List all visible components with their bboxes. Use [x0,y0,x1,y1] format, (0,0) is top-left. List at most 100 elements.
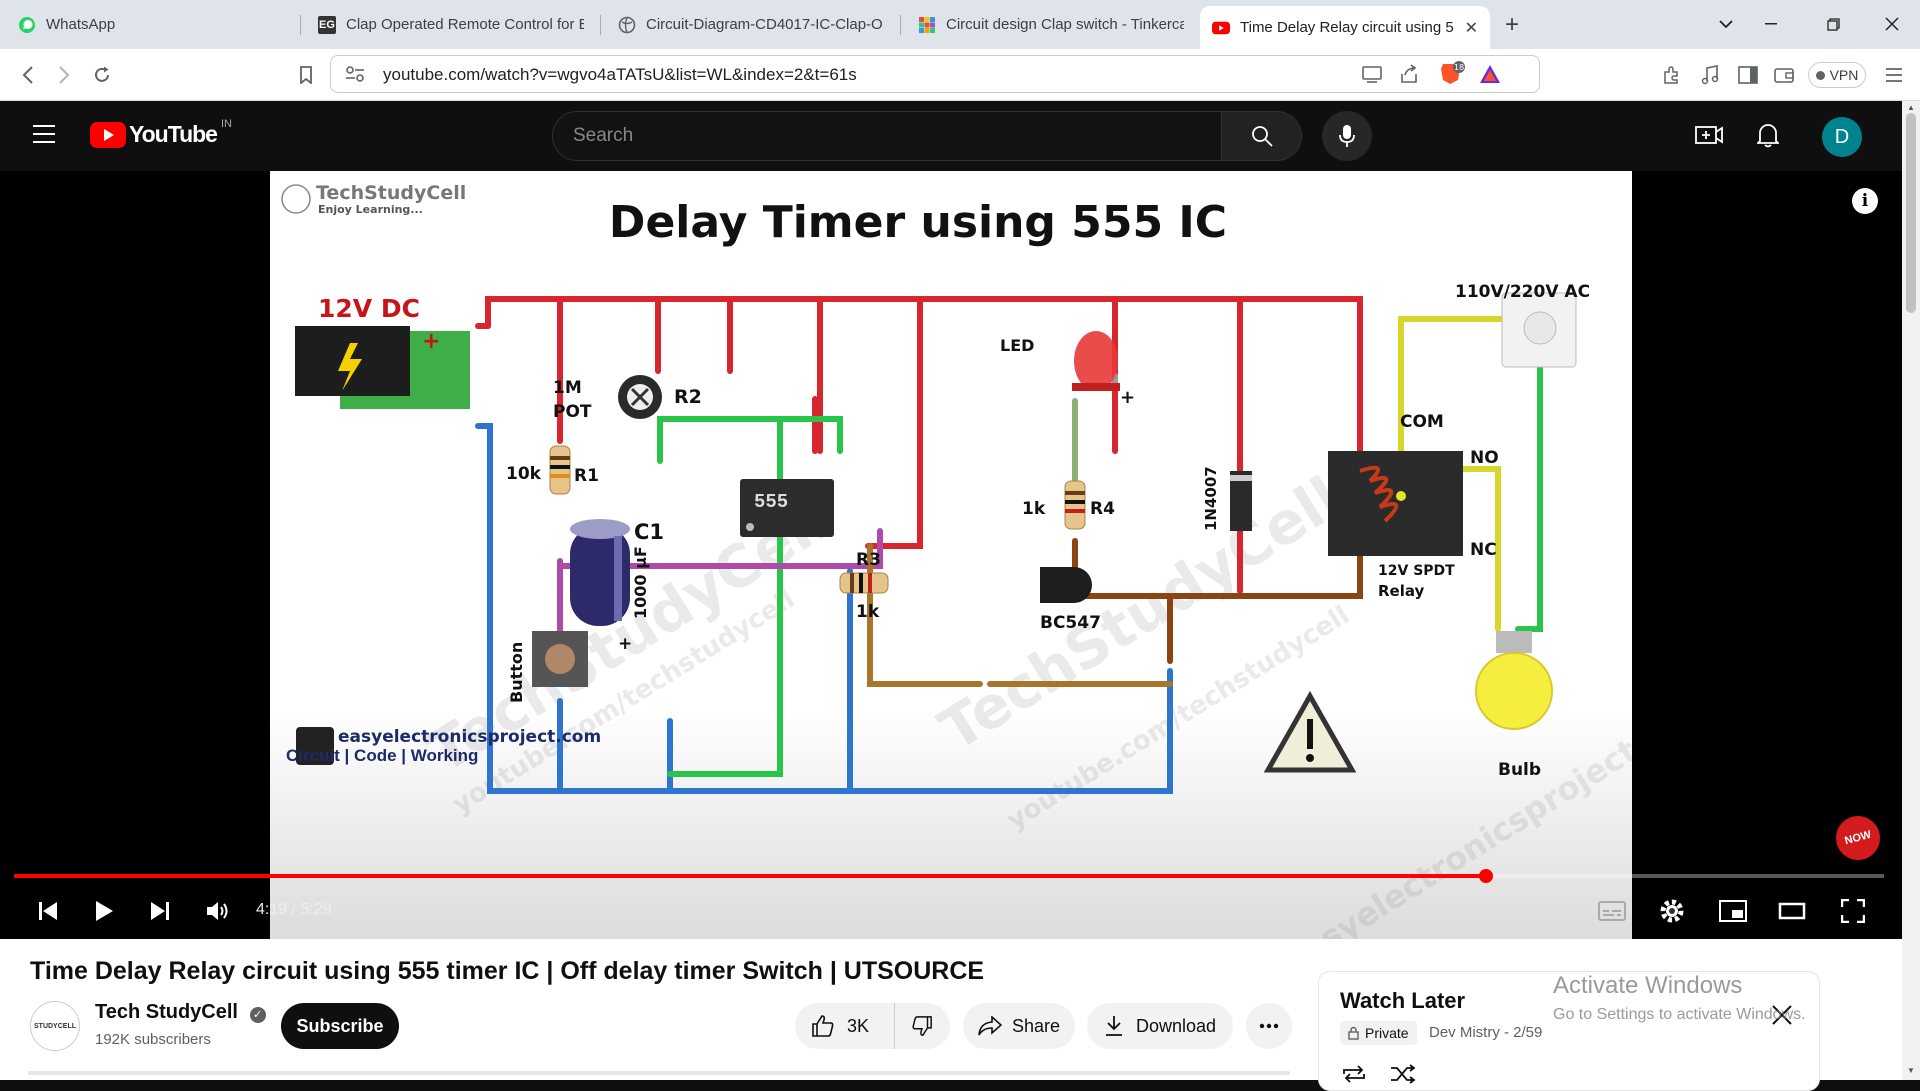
back-icon[interactable] [14,61,42,89]
extensions-icon[interactable] [1658,61,1686,89]
scroll-up-icon[interactable]: ▲ [1907,103,1915,112]
play-button[interactable] [84,891,124,931]
progress-scrubber[interactable] [1478,869,1493,883]
volume-button[interactable] [198,891,238,931]
tab-whatsapp[interactable]: WhatsApp [6,8,296,41]
search-button[interactable] [1222,111,1302,161]
video-title: Time Delay Relay circuit using 555 timer… [30,957,985,985]
search-placeholder: Search [573,125,634,146]
media-icon[interactable] [1696,61,1724,89]
info-icon[interactable]: i [1852,188,1878,214]
tab-tinkercad[interactable]: Circuit design Clap switch - Tinkerca [906,8,1196,41]
new-tab-icon[interactable]: + [1505,11,1519,39]
brave-shield-icon[interactable]: 18 [1439,61,1465,92]
dislike-button[interactable] [895,1003,949,1049]
subscriber-count: 192K subscribers [95,1031,211,1048]
shuffle-icon[interactable] [1389,1064,1417,1089]
like-button[interactable]: 3K [795,1003,895,1049]
tinkercad-icon [918,16,936,34]
label-no: NO [1470,448,1499,468]
brave-rewards-icon[interactable] [1479,64,1501,89]
download-icon [1105,1016,1122,1036]
region-code: IN [220,117,232,130]
subscribe-now-badge[interactable]: NOW [1831,811,1885,865]
url-text: youtube.com/watch?v=wgvo4aTATsU&list=WL&… [383,65,857,84]
tab-clap-remote[interactable]: EG Clap Operated Remote Control for E [306,8,596,41]
label-diode: 1N4007 [1202,466,1220,531]
download-button[interactable]: Download [1087,1003,1233,1049]
playlist-owner-position: Dev Mistry - 2/59 [1429,1024,1543,1041]
video-player[interactable]: TechStudyCell TechStudyCell youtube.com/… [0,171,1902,939]
tab-search-chevron-icon[interactable] [1703,8,1749,40]
vpn-button[interactable]: VPN [1808,62,1866,88]
channel-name[interactable]: Tech StudyCell ✓ [95,1001,266,1024]
account-avatar[interactable]: D [1822,117,1862,157]
privacy-label: Private [1365,1025,1409,1041]
browser-tab-strip: WhatsApp EG Clap Operated Remote Control… [0,0,1920,49]
voice-search-button[interactable] [1322,111,1372,161]
wallet-icon[interactable] [1770,61,1798,89]
cast-icon[interactable] [1361,65,1383,88]
skip-next-icon [151,902,169,920]
forward-icon[interactable] [50,61,78,89]
tab-circuit-diagram[interactable]: Circuit-Diagram-CD4017-IC-Clap-O [606,8,896,41]
miniplayer-icon [1719,900,1747,922]
label-c1: C1 [634,520,664,544]
address-bar[interactable]: youtube.com/watch?v=wgvo4aTATsU&list=WL&… [330,55,1540,93]
scroll-down-icon[interactable]: ▼ [1907,1066,1915,1075]
close-window-icon[interactable] [1869,8,1915,40]
notifications-icon[interactable] [1755,122,1781,153]
wire-positive [865,296,923,549]
share-page-icon[interactable] [1399,64,1419,89]
progress-bar[interactable] [14,869,1884,883]
menu-icon[interactable] [1880,61,1908,89]
subtitles-button[interactable] [1592,891,1632,931]
tab-title: WhatsApp [46,16,116,33]
privacy-badge: Private [1340,1021,1417,1045]
site-settings-icon[interactable] [345,65,365,88]
lock-icon [1348,1026,1359,1040]
more-actions-button[interactable] [1246,1003,1292,1049]
theater-mode-button[interactable] [1772,891,1812,931]
label-c1-value: 1000 µF [631,546,650,619]
fullscreen-icon [1841,899,1865,923]
watermark-text: easyelectronicsproject.com [1277,685,1632,939]
previous-button[interactable] [28,891,68,931]
youtube-header: YouTube IN Search D [0,101,1902,171]
download-label: Download [1135,1015,1217,1036]
watermark-text: TechStudyCell [928,464,1353,765]
tab-youtube-active[interactable]: Time Delay Relay circuit using 5 ✕ [1200,6,1490,49]
channel-avatar[interactable]: STUDYCELL [30,1001,80,1051]
reload-icon[interactable] [88,61,116,89]
settings-button[interactable] [1652,891,1692,931]
bookmark-icon[interactable] [292,61,320,89]
page-scrollbar[interactable]: ▲ ▼ [1902,101,1920,1080]
label-12v-dc: 12V DC [318,294,420,323]
like-count: 3K [847,1015,870,1036]
create-video-icon[interactable] [1695,123,1723,152]
tab-close-icon[interactable]: ✕ [1465,18,1478,38]
activation-subtitle: Go to Settings to activate Windows. [1553,1006,1806,1023]
progress-fill [14,874,1486,878]
search-input[interactable]: Search [552,111,1222,161]
guide-menu-icon[interactable] [32,124,56,149]
next-button[interactable] [140,891,180,931]
label-plus: + [422,329,440,354]
like-dislike-group: 3K [795,1003,950,1049]
thumbs-down-icon [912,1016,932,1036]
youtube-logo[interactable]: YouTube IN [90,117,232,148]
loop-icon[interactable] [1340,1064,1368,1089]
wire-positive [812,296,823,454]
share-button[interactable]: Share [963,1003,1075,1049]
bulb [1475,652,1553,730]
restore-icon[interactable] [1810,8,1856,40]
playlist-title[interactable]: Watch Later [1340,988,1465,1014]
play-icon [96,901,113,921]
label-pot-2: POT [553,402,592,422]
minimize-icon[interactable] [1748,8,1794,40]
scrollbar-thumb[interactable] [1906,113,1916,313]
subscribe-button[interactable]: Subscribe [281,1003,399,1049]
sidebar-icon[interactable] [1734,61,1762,89]
fullscreen-button[interactable] [1833,891,1873,931]
miniplayer-button[interactable] [1713,891,1753,931]
